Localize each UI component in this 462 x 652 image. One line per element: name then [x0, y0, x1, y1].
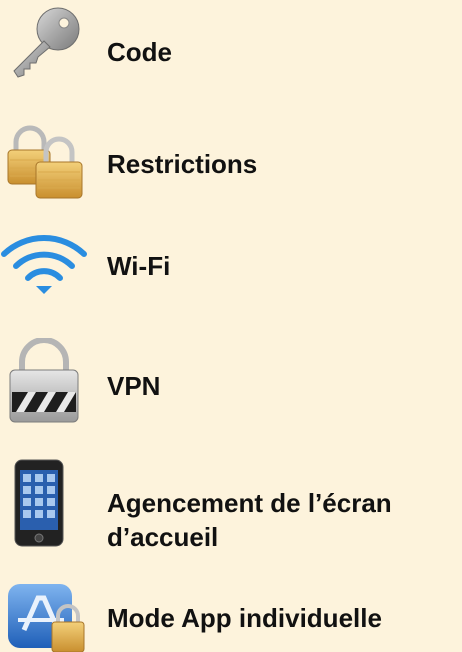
wifi-icon: [0, 228, 88, 298]
vpn-lock-icon: [8, 338, 80, 426]
list-item-label: VPN: [107, 371, 161, 401]
app-store-lock-icon: [6, 580, 90, 652]
list-item-single-app-mode[interactable]: Mode App individuelle: [0, 580, 462, 652]
list-item-restrictions[interactable]: Restrictions: [0, 122, 462, 204]
list-item-label: Restrictions: [107, 149, 258, 179]
padlocks-icon: [6, 122, 86, 202]
list-item-label: Wi-Fi: [107, 251, 171, 281]
list-item-home-screen-layout[interactable]: Agencement de l’écran d’accueil: [0, 458, 462, 554]
list-item-wifi[interactable]: Wi-Fi: [0, 228, 462, 298]
settings-list: Code Restrictions Wi-Fi VPN Agencement d…: [0, 0, 462, 652]
list-item-label: Code: [107, 37, 172, 67]
list-item-label: Agencement de l’écran d’accueil: [107, 486, 457, 554]
iphone-icon: [13, 458, 65, 548]
list-item-label-line2: d’accueil: [107, 522, 219, 552]
list-item-code[interactable]: Code: [0, 5, 462, 85]
key-icon: [8, 5, 86, 83]
list-item-label: Mode App individuelle: [107, 603, 382, 633]
list-item-vpn[interactable]: VPN: [0, 338, 462, 428]
list-item-label-line1: Agencement de l’écran: [107, 488, 392, 518]
